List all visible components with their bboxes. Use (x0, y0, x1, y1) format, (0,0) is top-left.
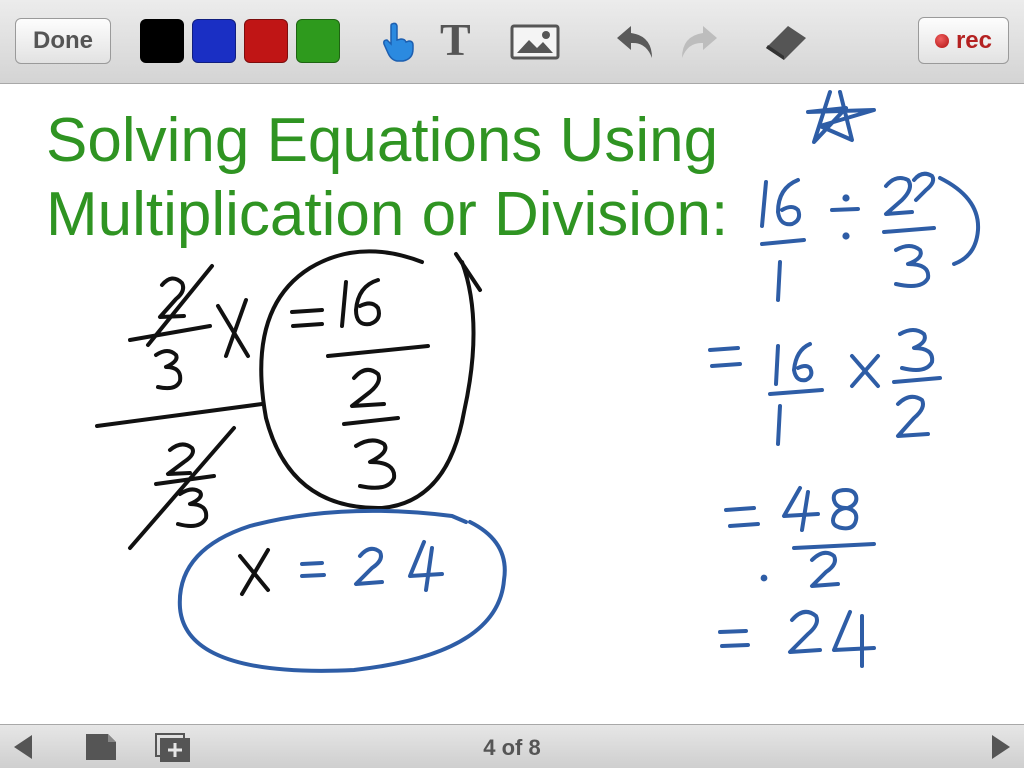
next-page-icon[interactable] (988, 733, 1014, 761)
handwriting-canvas[interactable] (0, 0, 1024, 724)
page-indicator: 4 of 8 (483, 735, 541, 760)
prev-page-icon[interactable] (10, 733, 36, 761)
blue-ink-work (177, 90, 981, 673)
add-page-icon[interactable] (155, 733, 191, 763)
page-icon[interactable] (84, 732, 118, 762)
bottom-toolbar: 4 of 8 (0, 724, 1024, 768)
